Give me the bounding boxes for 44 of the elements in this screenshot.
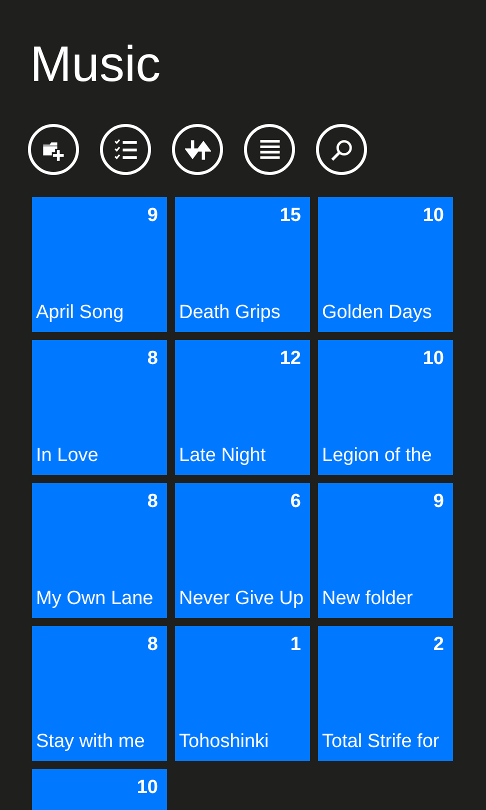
folder-name: Death Grips <box>179 302 280 324</box>
folder-tile[interactable]: 10 <box>32 769 167 810</box>
list-view-button[interactable] <box>244 124 295 175</box>
folder-name: In Love <box>36 445 98 467</box>
song-count: 1 <box>290 634 301 656</box>
song-count: 10 <box>136 777 158 799</box>
folder-name: Golden Days <box>322 302 432 324</box>
song-count: 9 <box>147 205 158 227</box>
folder-tile[interactable]: 2 Total Strife for <box>318 626 453 761</box>
sort-button[interactable] <box>172 124 223 175</box>
folder-name: My Own Lane <box>36 588 154 610</box>
folder-tile[interactable]: 15 Death Grips <box>175 197 310 332</box>
folder-name: April Song <box>36 302 124 324</box>
song-count: 2 <box>433 634 444 656</box>
song-count: 8 <box>147 634 158 656</box>
folder-name: Tohoshinki <box>179 731 269 753</box>
folder-tile[interactable]: 1 Tohoshinki <box>175 626 310 761</box>
song-count: 6 <box>290 491 301 513</box>
song-count: 10 <box>422 348 444 370</box>
song-count: 8 <box>147 348 158 370</box>
folder-name: Stay with me <box>36 731 145 753</box>
folder-name: Legion of the <box>322 445 432 467</box>
folder-tile[interactable]: 8 Stay with me <box>32 626 167 761</box>
checklist-button[interactable] <box>100 124 151 175</box>
song-count: 15 <box>280 205 301 227</box>
folder-tile[interactable]: 9 April Song <box>32 197 167 332</box>
folder-name: Never Give Up <box>179 588 304 610</box>
song-count: 8 <box>147 491 158 513</box>
song-count: 10 <box>422 205 444 227</box>
folder-tile[interactable]: 8 My Own Lane <box>32 483 167 618</box>
folder-tile[interactable]: 9 New folder <box>318 483 453 618</box>
song-count: 12 <box>280 348 301 370</box>
add-folder-button[interactable] <box>28 124 79 175</box>
folder-tile[interactable]: 10 Golden Days <box>318 197 453 332</box>
search-button[interactable] <box>316 124 367 175</box>
folder-tile[interactable]: 12 Late Night <box>175 340 310 475</box>
page-title: Music <box>30 35 162 94</box>
folder-name: New folder <box>322 588 413 610</box>
folder-tile[interactable]: 10 Legion of the <box>318 340 453 475</box>
folder-name: Late Night <box>179 445 266 467</box>
song-count: 9 <box>433 491 444 513</box>
folder-tile[interactable]: 8 In Love <box>32 340 167 475</box>
folder-name: Total Strife for <box>322 731 440 753</box>
folder-tile[interactable]: 6 Never Give Up <box>175 483 310 618</box>
